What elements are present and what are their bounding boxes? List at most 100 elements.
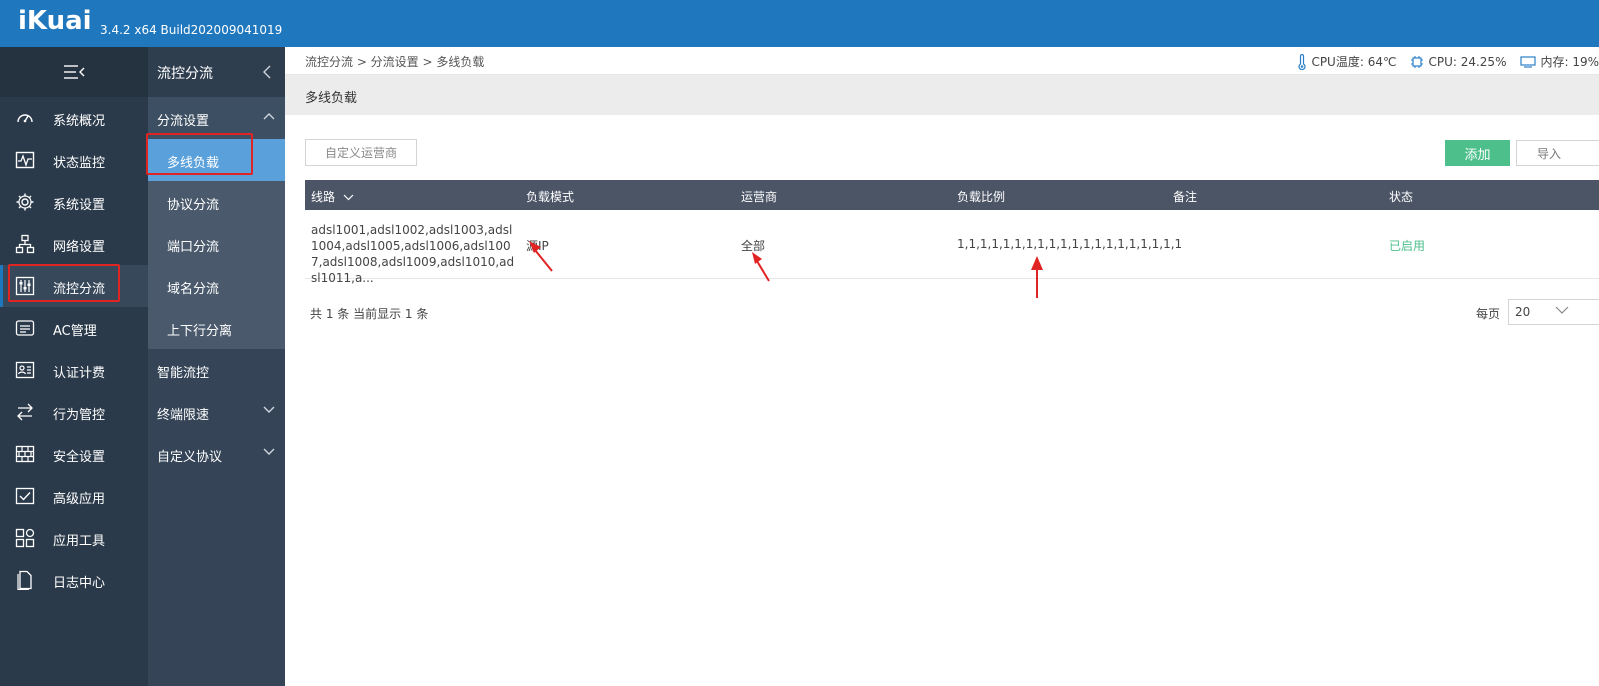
main-content: 流控分流 > 分流设置 > 多线负载 CPU温度: 64℃ CPU: 24.25… (285, 47, 1599, 686)
submenu-item-multiline-load[interactable]: 多线负载 (148, 139, 285, 181)
per-page-select[interactable]: 20 (1508, 299, 1599, 325)
sidebar: 系统概况 状态监控 系统设置 网络设置 流控分流 AC管理 认证计费 行为管控 … (0, 47, 148, 686)
sidebar-item-flow-control[interactable]: 流控分流 (0, 265, 148, 307)
submenu-item-updown-split[interactable]: 上下行分离 (148, 307, 285, 349)
submenu-group-label: 分流设置 (157, 114, 210, 129)
sidebar-item-tools[interactable]: 应用工具 (0, 517, 148, 559)
sidebar-item-label: 安全设置 (53, 450, 106, 465)
submenu-item-label: 多线负载 (167, 156, 220, 171)
submenu-panel: 流控分流 分流设置 多线负载 协议分流 端口分流 域名分流 上下行分离 智能流控… (148, 47, 285, 686)
submenu-item-label: 自定义协议 (157, 450, 223, 465)
submenu-header: 流控分流 (148, 47, 285, 97)
sidebar-item-label: 高级应用 (53, 492, 106, 507)
breadcrumb-bar: 流控分流 > 分流设置 > 多线负载 CPU温度: 64℃ CPU: 24.25… (285, 47, 1599, 75)
table-row[interactable]: adsl1001,adsl1002,adsl1003,adsl1004,adsl… (305, 210, 1599, 285)
submenu-item-label: 上下行分离 (167, 324, 233, 339)
submenu-item-protocol-split[interactable]: 协议分流 (148, 181, 285, 223)
sliders-icon (15, 276, 35, 296)
monitor-icon (15, 151, 35, 169)
chevron-left-icon[interactable] (262, 65, 272, 79)
sidebar-item-overview[interactable]: 系统概况 (0, 97, 148, 139)
cell-mode: 源IP (526, 239, 549, 253)
sidebar-item-label: 系统设置 (53, 198, 106, 213)
sidebar-item-label: 系统概况 (53, 114, 106, 129)
submenu-group-split-settings[interactable]: 分流设置 (148, 97, 285, 139)
table-header: 线路 负载模式 运营商 负载比例 备注 状态 (305, 180, 1599, 210)
submenu-item-port-split[interactable]: 端口分流 (148, 223, 285, 265)
sidebar-item-label: 状态监控 (53, 156, 106, 171)
import-button[interactable]: 导入 (1516, 140, 1599, 166)
sidebar-item-label: 行为管控 (53, 408, 106, 423)
sidebar-item-behavior[interactable]: 行为管控 (0, 391, 148, 433)
sidebar-item-monitor[interactable]: 状态监控 (0, 139, 148, 181)
pagination-summary: 共 1 条 当前显示 1 条 (310, 307, 429, 321)
submenu-item-label: 终端限速 (157, 408, 210, 423)
submenu-item-terminal-limit[interactable]: 终端限速 (148, 391, 285, 433)
chevron-up-icon (263, 113, 275, 120)
sidebar-item-label: 流控分流 (53, 282, 106, 297)
per-page-value: 20 (1515, 305, 1531, 319)
cell-lines: adsl1001,adsl1002,adsl1003,adsl1004,adsl… (311, 223, 515, 285)
custom-isp-button[interactable]: 自定义运营商 (305, 139, 417, 166)
thermometer-icon (1298, 53, 1307, 70)
submenu-item-label: 智能流控 (157, 366, 210, 381)
sidebar-item-label: 应用工具 (53, 534, 106, 549)
swap-icon (17, 403, 33, 421)
system-stats: CPU温度: 64℃ CPU: 24.25% 内存: 19% (1297, 53, 1599, 70)
cpu-stat: CPU: 24.25% (1410, 55, 1506, 69)
top-bar: iKuai 3.4.2 x64 Build202009041019 (0, 0, 1599, 47)
cpu-text: CPU: 24.25% (1428, 54, 1507, 69)
cpu-chip-icon (1411, 55, 1424, 68)
page-title-bar: 多线负载 (285, 75, 1599, 115)
memory-stat: 内存: 19% (1520, 53, 1599, 70)
column-header-remark: 备注 (1173, 190, 1198, 204)
memory-text: 内存: 19% (1540, 55, 1599, 69)
column-header-isp: 运营商 (741, 190, 778, 204)
column-header-lines[interactable]: 线路 (311, 188, 354, 205)
chevron-down-icon (1555, 306, 1569, 314)
cell-status: 已启用 (1389, 239, 1426, 253)
tools-icon (15, 528, 35, 548)
menu-toggle-button[interactable] (0, 47, 148, 97)
chevron-down-icon (263, 448, 275, 455)
sidebar-item-advanced[interactable]: 高级应用 (0, 475, 148, 517)
firewall-icon (15, 445, 35, 463)
sidebar-item-security[interactable]: 安全设置 (0, 433, 148, 475)
submenu-item-smart-flow[interactable]: 智能流控 (148, 349, 285, 391)
router-icon (15, 320, 35, 336)
id-card-icon (15, 361, 35, 379)
submenu-item-domain-split[interactable]: 域名分流 (148, 265, 285, 307)
dashboard-icon (17, 114, 33, 123)
sidebar-item-logs[interactable]: 日志中心 (0, 559, 148, 601)
add-button[interactable]: 添加 (1445, 140, 1510, 166)
sidebar-item-label: 认证计费 (53, 366, 106, 381)
memory-icon (1520, 55, 1537, 68)
document-icon (17, 570, 32, 590)
app-logo: iKuai (18, 6, 92, 36)
column-header-ratio: 负载比例 (957, 190, 1006, 204)
app-version: 3.4.2 x64 Build202009041019 (100, 23, 283, 37)
sidebar-item-ac[interactable]: AC管理 (0, 307, 148, 349)
cell-isp: 全部 (741, 239, 766, 253)
sidebar-item-system-settings[interactable]: 系统设置 (0, 181, 148, 223)
sidebar-item-network[interactable]: 网络设置 (0, 223, 148, 265)
submenu-item-label: 协议分流 (167, 198, 220, 213)
sidebar-item-label: 日志中心 (53, 576, 106, 591)
column-header-mode: 负载模式 (526, 190, 575, 204)
network-icon (15, 234, 35, 254)
submenu-title: 流控分流 (157, 66, 213, 82)
cell-ratio: 1,1,1,1,1,1,1,1,1,1,1,1,1,1,1,1,1,1,1,1 (957, 237, 1183, 251)
submenu-item-label: 端口分流 (167, 240, 220, 255)
sidebar-item-label: AC管理 (53, 324, 97, 339)
collapse-menu-icon (64, 65, 85, 79)
cpu-temp-text: CPU温度: 64℃ (1311, 55, 1397, 69)
sidebar-item-auth-billing[interactable]: 认证计费 (0, 349, 148, 391)
chevron-down-icon (343, 194, 354, 201)
chevron-down-icon (263, 406, 275, 413)
checklist-icon (15, 487, 35, 505)
page-title: 多线负载 (305, 91, 358, 106)
breadcrumb: 流控分流 > 分流设置 > 多线负载 (305, 55, 485, 69)
column-header-status: 状态 (1389, 190, 1414, 204)
per-page-label: 每页 (1476, 307, 1501, 321)
submenu-item-custom-protocol[interactable]: 自定义协议 (148, 433, 285, 475)
